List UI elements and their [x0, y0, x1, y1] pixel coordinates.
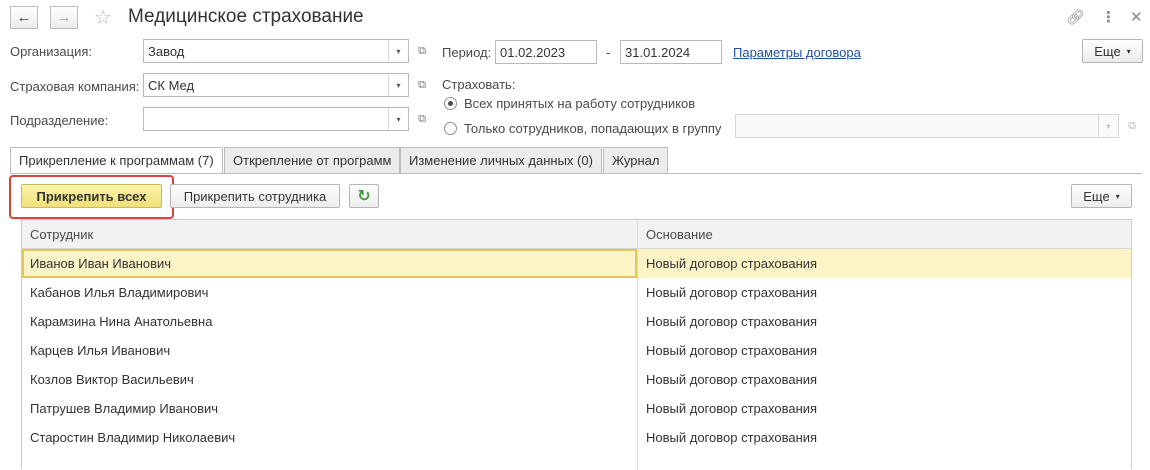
cell-basis: Новый договор страхования [646, 314, 818, 329]
cell-employee: Козлов Виктор Васильевич [30, 372, 194, 387]
dropdown-arrow-icon[interactable]: ▾ [388, 108, 408, 130]
column-header-employee[interactable]: Сотрудник [22, 220, 637, 249]
cell-employee: Патрушев Владимир Иванович [30, 401, 219, 416]
forward-button[interactable]: → [50, 6, 78, 29]
attach-employee-button[interactable]: Прикрепить сотрудника [170, 184, 340, 208]
tab-label: Изменение личных данных (0) [409, 153, 593, 168]
insurer-label: Страховая компания: [10, 79, 140, 94]
chevron-down-icon: ▾ [1115, 191, 1120, 201]
radio-group-only[interactable] [444, 122, 457, 135]
group-field[interactable]: ▾ [735, 114, 1119, 138]
radio-all-employees[interactable] [444, 97, 457, 110]
page-title: Медицинское страхование [128, 6, 364, 27]
cell-employee: Иванов Иван Иванович [22, 249, 637, 278]
link-icon[interactable]: 🔗︎ [1066, 8, 1085, 26]
period-label: Период: [442, 45, 492, 60]
open-icon: ⧉ [1128, 119, 1136, 132]
period-to-field[interactable]: 31.01.2024 [620, 40, 722, 64]
tab-divider [10, 173, 1142, 174]
chevron-down-icon: ▾ [1126, 46, 1131, 56]
tab-personal-data-changes[interactable]: Изменение личных данных (0) [400, 147, 602, 173]
department-label: Подразделение: [10, 113, 109, 128]
cell-employee: Карцев Илья Иванович [30, 343, 171, 358]
tab-journal[interactable]: Журнал [603, 147, 669, 173]
arrow-right-icon: → [56, 9, 72, 26]
attach-employee-label: Прикрепить сотрудника [183, 188, 327, 204]
refresh-button[interactable]: ↻ [349, 184, 379, 208]
period-separator: - [606, 45, 611, 60]
close-icon[interactable]: ✕ [1130, 8, 1143, 26]
column-header-basis[interactable]: Основание [638, 220, 1132, 249]
open-icon[interactable]: ⧉ [413, 39, 431, 63]
table-row[interactable]: Карцев Илья Иванович Новый договор страх… [22, 336, 1131, 365]
tab-detach-programs[interactable]: Открепление от программ [224, 147, 401, 173]
back-button[interactable]: ← [10, 6, 38, 29]
cell-basis: Новый договор страхования [646, 285, 818, 300]
insurer-field[interactable]: СК Мед ▾ [143, 73, 409, 97]
attach-all-button[interactable]: Прикрепить всех [21, 184, 162, 208]
cell-basis: Новый договор страхования [646, 343, 818, 358]
contract-params-link[interactable]: Параметры договора [733, 45, 861, 60]
table-row[interactable]: Патрушев Владимир Иванович Новый договор… [22, 394, 1131, 423]
period-to-value: 31.01.2024 [625, 45, 691, 60]
cell-basis: Новый договор страхования [646, 430, 818, 445]
table-row[interactable]: Кабанов Илья Владимирович Новый договор … [22, 278, 1131, 307]
radio-group-label[interactable]: Только сотрудников, попадающих в группу [464, 121, 721, 136]
table-row[interactable]: Козлов Виктор Васильевич Новый договор с… [22, 365, 1131, 394]
organization-field[interactable]: Завод ▾ [143, 39, 409, 63]
insure-label: Страховать: [442, 77, 516, 92]
cell-employee: Старостин Владимир Николаевич [30, 430, 236, 445]
dropdown-arrow-icon[interactable]: ▾ [388, 40, 408, 62]
more-label: Еще [1083, 188, 1110, 204]
star-icon[interactable]: ☆ [94, 5, 112, 30]
refresh-icon: ↻ [357, 188, 371, 205]
period-from-value: 01.02.2023 [500, 45, 566, 60]
cell-basis: Новый договор страхования [646, 401, 818, 416]
cell-employee: Карамзина Нина Анатольевна [30, 314, 213, 329]
table-row[interactable]: Карамзина Нина Анатольевна Новый договор… [22, 307, 1131, 336]
tab-label: Открепление от программ [233, 153, 392, 168]
organization-label: Организация: [10, 44, 93, 59]
more-button-top[interactable]: Еще ▾ [1082, 39, 1143, 63]
arrow-left-icon: ← [16, 9, 32, 26]
cell-employee: Кабанов Илья Владимирович [30, 285, 209, 300]
employees-table[interactable]: Сотрудник Основание Иванов Иван Иванович… [21, 219, 1132, 470]
more-vertical-icon[interactable]: ⋮ [1101, 8, 1116, 26]
dropdown-arrow-icon[interactable]: ▾ [388, 74, 408, 96]
cell-basis: Новый договор страхования [646, 372, 818, 387]
period-from-field[interactable]: 01.02.2023 [495, 40, 597, 64]
table-row[interactable]: Старостин Владимир Николаевич Новый дого… [22, 423, 1131, 452]
more-button-table[interactable]: Еще ▾ [1071, 184, 1132, 208]
cell-basis: Новый договор страхования [646, 256, 818, 271]
radio-all-label[interactable]: Всех принятых на работу сотрудников [464, 96, 695, 111]
dropdown-arrow-icon: ▾ [1098, 115, 1118, 137]
more-label: Еще [1094, 43, 1121, 59]
table-header: Сотрудник Основание [22, 220, 1131, 249]
column-divider [637, 220, 638, 470]
tab-label: Журнал [612, 153, 660, 168]
open-icon[interactable]: ⧉ [413, 107, 431, 131]
table-row[interactable]: Иванов Иван Иванович Новый договор страх… [22, 249, 1131, 278]
insurer-value: СК Мед [148, 78, 195, 93]
tab-label: Прикрепление к программам (7) [19, 153, 214, 168]
attach-all-label: Прикрепить всех [36, 188, 147, 204]
tab-attach-programs[interactable]: Прикрепление к программам (7) [10, 147, 223, 174]
organization-value: Завод [148, 44, 185, 59]
open-icon[interactable]: ⧉ [413, 73, 431, 97]
department-field[interactable]: ▾ [143, 107, 409, 131]
